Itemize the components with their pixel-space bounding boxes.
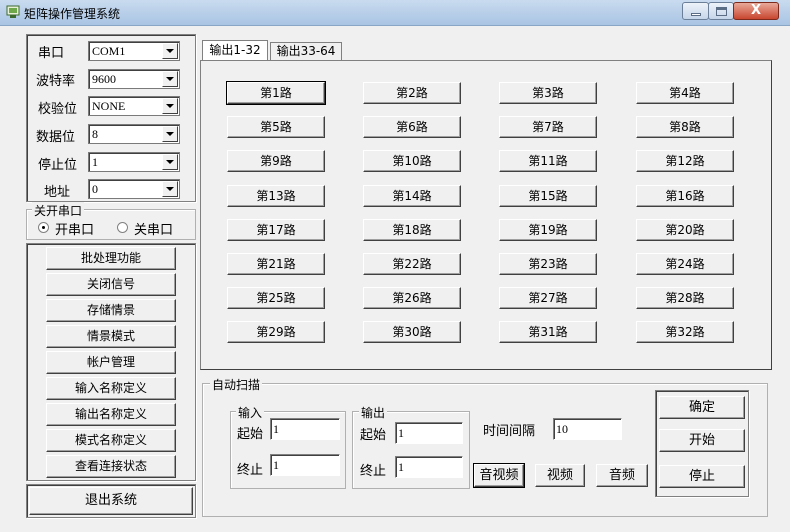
close-signal-button[interactable]: 关闭信号 — [46, 273, 176, 296]
output-button-20[interactable]: 第20路 — [636, 219, 734, 241]
output-button-30[interactable]: 第30路 — [363, 321, 461, 343]
exit-button[interactable]: 退出系统 — [29, 487, 193, 515]
stop-scan-button[interactable]: 停止 — [659, 465, 745, 488]
chevron-down-icon[interactable] — [162, 126, 178, 142]
output-button-17[interactable]: 第17路 — [227, 219, 325, 241]
input-end-field[interactable]: 1 — [270, 454, 340, 476]
baudrate-label: 波特率 — [36, 74, 76, 89]
address-select[interactable]: 0 — [88, 179, 180, 199]
output-button-28[interactable]: 第28路 — [636, 287, 734, 309]
output-button-19[interactable]: 第19路 — [499, 219, 597, 241]
minimize-button[interactable] — [682, 2, 709, 20]
output-range-title: 输出 — [359, 404, 388, 421]
output-start-label: 起始 — [360, 428, 387, 443]
output-button-7[interactable]: 第7路 — [499, 116, 597, 138]
autoscan-title: 自动扫描 — [210, 376, 263, 393]
close-port-radio[interactable] — [117, 222, 128, 233]
close-port-label[interactable]: 关串口 — [134, 219, 173, 238]
address-label: 地址 — [44, 185, 71, 200]
stopbits-label: 停止位 — [38, 158, 78, 173]
databits-label: 数据位 — [36, 130, 76, 145]
account-button[interactable]: 帐户管理 — [46, 351, 176, 374]
minimize-icon — [691, 13, 701, 16]
output-button-13[interactable]: 第13路 — [227, 185, 325, 207]
output-button-3[interactable]: 第3路 — [499, 82, 597, 104]
output-button-1[interactable]: 第1路 — [226, 81, 326, 105]
output-button-12[interactable]: 第12路 — [636, 150, 734, 172]
output-button-4[interactable]: 第4路 — [636, 82, 734, 104]
output-button-15[interactable]: 第15路 — [499, 185, 597, 207]
input-start-field[interactable]: 1 — [270, 418, 340, 440]
output-button-27[interactable]: 第27路 — [499, 287, 597, 309]
output-button-26[interactable]: 第26路 — [363, 287, 461, 309]
scene-mode-button[interactable]: 情景模式 — [46, 325, 176, 348]
close-icon: X — [750, 3, 762, 18]
open-port-radio[interactable] — [38, 222, 49, 233]
interval-label: 时间间隔 — [483, 424, 536, 439]
output-button-32[interactable]: 第32路 — [636, 321, 734, 343]
output-button-29[interactable]: 第29路 — [227, 321, 325, 343]
open-port-label[interactable]: 开串口 — [55, 219, 94, 238]
tab-outputs-33-64[interactable]: 输出33-64 — [270, 42, 342, 60]
output-button-22[interactable]: 第22路 — [363, 253, 461, 275]
output-button-24[interactable]: 第24路 — [636, 253, 734, 275]
maximize-icon — [716, 7, 727, 16]
input-start-label: 起始 — [237, 427, 264, 442]
port-label: 串口 — [38, 46, 65, 61]
stopbits-select[interactable]: 1 — [88, 152, 180, 172]
output-button-2[interactable]: 第2路 — [363, 82, 461, 104]
output-button-9[interactable]: 第9路 — [227, 150, 325, 172]
port-group-title: 关开串口 — [32, 202, 85, 219]
save-scene-button[interactable]: 存储情景 — [46, 299, 176, 322]
input-range-title: 输入 — [236, 404, 265, 421]
chevron-down-icon[interactable] — [162, 71, 178, 87]
output-names-button[interactable]: 输出名称定义 — [46, 403, 176, 426]
output-button-18[interactable]: 第18路 — [363, 219, 461, 241]
databits-select[interactable]: 8 — [88, 124, 180, 144]
confirm-button[interactable]: 确定 — [659, 396, 745, 419]
output-end-label: 终止 — [360, 464, 387, 479]
output-button-5[interactable]: 第5路 — [227, 116, 325, 138]
maximize-button[interactable] — [708, 2, 734, 20]
output-button-23[interactable]: 第23路 — [499, 253, 597, 275]
window-title: 矩阵操作管理系统 — [24, 7, 121, 21]
output-button-14[interactable]: 第14路 — [363, 185, 461, 207]
start-scan-button[interactable]: 开始 — [659, 429, 745, 452]
output-end-field[interactable]: 1 — [395, 456, 463, 478]
output-button-11[interactable]: 第11路 — [499, 150, 597, 172]
baudrate-select[interactable]: 9600 — [88, 69, 180, 89]
tab-outputs-1-32[interactable]: 输出1-32 — [202, 40, 268, 60]
output-button-16[interactable]: 第16路 — [636, 185, 734, 207]
output-button-6[interactable]: 第6路 — [363, 116, 461, 138]
audio-mode-button[interactable]: 音频 — [596, 464, 648, 487]
output-button-21[interactable]: 第21路 — [227, 253, 325, 275]
output-button-31[interactable]: 第31路 — [499, 321, 597, 343]
chevron-down-icon[interactable] — [162, 98, 178, 114]
video-mode-button[interactable]: 视频 — [535, 464, 585, 487]
connection-status-button[interactable]: 查看连接状态 — [46, 455, 176, 478]
mode-names-button[interactable]: 模式名称定义 — [46, 429, 176, 452]
chevron-down-icon[interactable] — [162, 181, 178, 197]
output-button-8[interactable]: 第8路 — [636, 116, 734, 138]
parity-select[interactable]: NONE — [88, 96, 180, 116]
batch-button[interactable]: 批处理功能 — [46, 247, 176, 270]
av-mode-button[interactable]: 音视频 — [473, 463, 525, 488]
parity-label: 校验位 — [38, 102, 78, 117]
input-end-label: 终止 — [237, 463, 264, 478]
app-icon — [6, 5, 20, 18]
chevron-down-icon[interactable] — [162, 154, 178, 170]
interval-field[interactable]: 10 — [553, 418, 622, 440]
port-select[interactable]: COM1 — [88, 41, 180, 61]
chevron-down-icon[interactable] — [162, 43, 178, 59]
input-names-button[interactable]: 输入名称定义 — [46, 377, 176, 400]
output-button-25[interactable]: 第25路 — [227, 287, 325, 309]
output-button-10[interactable]: 第10路 — [363, 150, 461, 172]
close-button[interactable]: X — [733, 2, 779, 20]
output-start-field[interactable]: 1 — [395, 422, 463, 444]
